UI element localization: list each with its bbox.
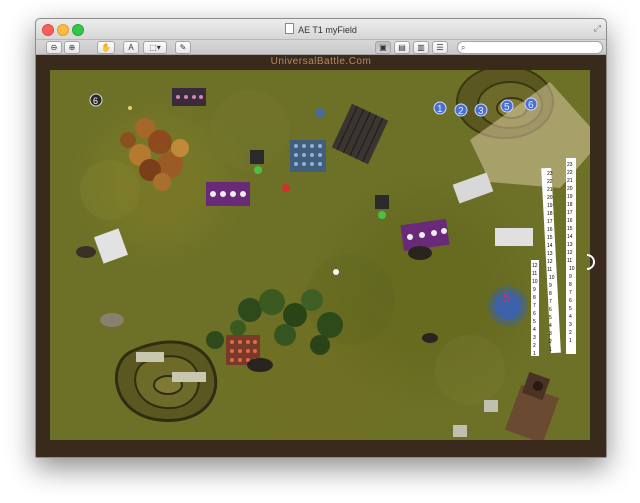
text-tool-button[interactable]: A bbox=[123, 41, 139, 54]
unit-white-regiment-left[interactable] bbox=[93, 228, 129, 264]
zoom-in-button[interactable]: ⊕ bbox=[64, 41, 80, 54]
objective-marker-label: 5 bbox=[503, 290, 510, 305]
hand-icon: ✋ bbox=[101, 43, 111, 52]
text-icon: A bbox=[128, 43, 134, 52]
unit-purple-regiment-left[interactable] bbox=[206, 182, 250, 206]
view-two-page-icon: ▥ bbox=[417, 43, 425, 52]
short-turn-track[interactable]: 12 11 10 9 8 7 6 5 4 3 2 1 bbox=[531, 260, 539, 357]
view-sidebar-icon: ▤ bbox=[398, 43, 406, 52]
title-bar: AE T1 myField ⤢ bbox=[36, 19, 606, 40]
zoom-in-icon: ⊕ bbox=[68, 43, 76, 52]
view-single-icon: ▣ bbox=[379, 43, 387, 52]
view-single-button[interactable]: ▣ bbox=[375, 41, 391, 54]
edit-pencil-button[interactable]: ✎ bbox=[175, 41, 191, 54]
view-two-page-button[interactable]: ▥ bbox=[413, 41, 429, 54]
search-field[interactable]: ⌕ bbox=[457, 41, 603, 54]
selection-icon: ⬚▾ bbox=[149, 43, 161, 52]
search-icon: ⌕ bbox=[461, 43, 466, 52]
unit-blue-infantry[interactable] bbox=[290, 140, 326, 172]
counter-1-label: 1 bbox=[437, 104, 443, 115]
document-icon bbox=[285, 23, 295, 34]
counter-6-label: 6 bbox=[528, 100, 534, 111]
turn-track-left[interactable]: 23 22 21 20 19 18 17 16 15 14 13 12 11 1… bbox=[541, 167, 561, 354]
turn-track-right[interactable]: 23 22 21 20 19 18 17 16 15 14 13 12 11 1… bbox=[566, 158, 576, 354]
zoom-out-button[interactable]: ⊖ bbox=[46, 41, 62, 54]
window-title: AE T1 myField bbox=[298, 25, 357, 35]
toolbar: ⊖ ⊕ ✋ A ⬚▾ ✎ ▣ ▤ ▥ ☰ ⌕ bbox=[36, 40, 606, 55]
battlefield[interactable]: 1 2 3 5 6 6 5 23 22 21 20 19 18 17 16 15… bbox=[50, 70, 590, 440]
unit-purple-regiment-right[interactable] bbox=[400, 218, 450, 252]
fullscreen-icon[interactable]: ⤢ bbox=[594, 23, 601, 34]
counter-5-label: 5 bbox=[504, 102, 510, 113]
battlefield-canvas: 1 2 3 5 6 6 5 23 22 21 20 19 18 17 16 15… bbox=[76, 70, 590, 440]
pencil-icon: ✎ bbox=[179, 43, 187, 52]
board-watermark: UniversalBattle.Com bbox=[270, 56, 372, 67]
zoom-out-icon: ⊖ bbox=[50, 43, 58, 52]
selection-tool-button[interactable]: ⬚▾ bbox=[143, 41, 167, 54]
view-sidebar-button[interactable]: ▤ bbox=[394, 41, 410, 54]
view-list-button[interactable]: ☰ bbox=[432, 41, 448, 54]
corner-token-label: 6 bbox=[93, 96, 98, 106]
objective-marker[interactable]: 5 bbox=[488, 286, 528, 326]
counter-3-label: 3 bbox=[478, 106, 484, 117]
unit-dark-regiment-top[interactable] bbox=[172, 88, 206, 106]
view-list-icon: ☰ bbox=[436, 43, 444, 52]
pan-hand-button[interactable]: ✋ bbox=[97, 41, 115, 54]
watch-tower[interactable] bbox=[504, 371, 560, 440]
window-title-container: AE T1 myField bbox=[36, 23, 606, 35]
ruined-building[interactable] bbox=[331, 103, 389, 165]
app-window: AE T1 myField ⤢ ⊖ ⊕ ✋ A ⬚▾ ✎ ▣ ▤ ▥ ☰ ⌕ U… bbox=[35, 18, 607, 458]
counter-2-label: 2 bbox=[458, 106, 464, 117]
